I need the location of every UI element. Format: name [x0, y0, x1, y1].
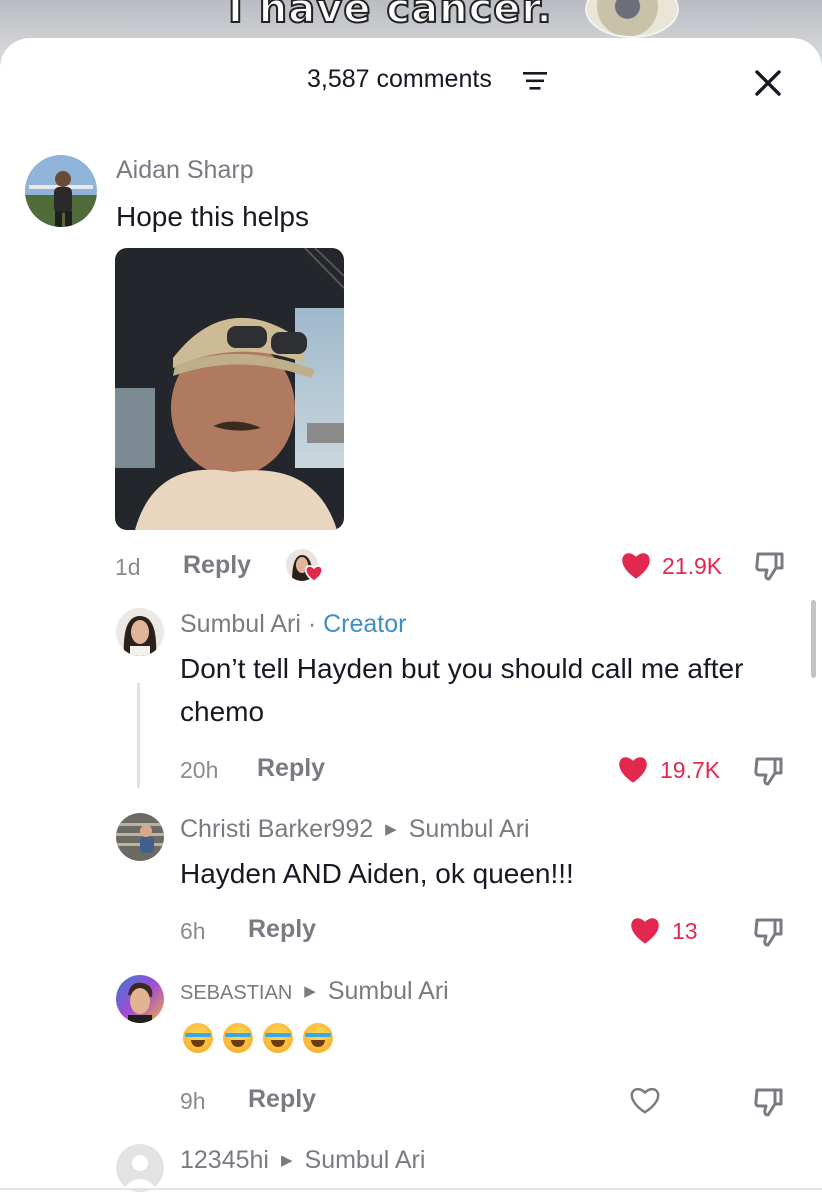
reply-username-name[interactable]: SEBASTIAN — [180, 982, 292, 1004]
reply-button[interactable]: Reply — [257, 754, 325, 783]
avatar-12345hi[interactable] — [116, 1144, 164, 1192]
reply-emojis — [183, 1023, 343, 1058]
reply-time: 6h — [180, 918, 206, 944]
close-icon[interactable] — [750, 65, 786, 101]
comments-sheet: 3,587 comments Aidan Sharp Hope this hel… — [0, 38, 822, 1200]
reply-to-username[interactable]: Sumbul Ari — [305, 1146, 426, 1174]
reply-button[interactable]: Reply — [183, 551, 251, 580]
like-heart-icon[interactable] — [619, 550, 653, 580]
comment-photo[interactable] — [115, 248, 344, 530]
laughing-tears-emoji-icon — [223, 1023, 253, 1053]
avatar-aidan-sharp[interactable] — [25, 155, 97, 227]
like-heart-icon[interactable] — [628, 915, 662, 945]
reply-username-name[interactable]: Sumbul Ari — [180, 610, 301, 638]
reply-to-arrow-icon: ▶ — [304, 983, 316, 1000]
dislike-icon[interactable] — [751, 1084, 787, 1120]
reply-username: 12345hi ▶ Sumbul Ari — [180, 1146, 425, 1175]
laughing-tears-emoji-icon — [263, 1023, 293, 1053]
reply-username: Christi Barker992 ▶ Sumbul Ari — [180, 815, 530, 844]
comments-header: 3,587 comments — [0, 63, 822, 103]
reply-text: Hayden AND Aiden, ok queen!!! — [180, 858, 574, 889]
reply-to-username[interactable]: Sumbul Ari — [409, 815, 530, 843]
reply-to-username[interactable]: Sumbul Ari — [328, 977, 449, 1005]
sort-filter-icon[interactable] — [523, 71, 547, 91]
like-count: 19.7K — [660, 757, 721, 783]
comment-username[interactable]: Aidan Sharp — [116, 156, 254, 185]
dislike-icon[interactable] — [752, 548, 788, 584]
reply-username-name[interactable]: Christi Barker992 — [180, 815, 373, 843]
comment-count: 3,587 comments — [307, 65, 492, 93]
video-caption: I have cancer. — [227, 0, 553, 33]
reply-time: 9h — [180, 1088, 206, 1114]
reply-username: Sumbul Ari · Creator — [180, 610, 406, 639]
divider — [0, 1188, 822, 1190]
reply-username-name[interactable]: 12345hi — [180, 1146, 269, 1174]
creator-badge: Creator — [323, 610, 407, 638]
comment-time: 1d — [115, 554, 141, 580]
like-heart-icon[interactable] — [616, 754, 650, 784]
thread-line — [137, 683, 140, 788]
avatar-sumbul-ari[interactable] — [116, 608, 164, 656]
avatar-sebastian[interactable] — [116, 975, 164, 1023]
reply-button[interactable]: Reply — [248, 915, 316, 944]
reply-to-arrow-icon: ▶ — [385, 821, 397, 838]
dislike-icon[interactable] — [751, 753, 787, 789]
scrollbar[interactable] — [811, 600, 816, 678]
username-separator: · — [300, 610, 324, 638]
comment-text: Hope this helps — [116, 201, 310, 232]
reply-to-arrow-icon: ▶ — [280, 1152, 293, 1169]
reply-username: SEBASTIAN ▶ Sumbul Ari — [180, 977, 449, 1006]
like-heart-outline-icon[interactable] — [628, 1085, 662, 1115]
reply-time: 20h — [180, 757, 219, 783]
reply-button[interactable]: Reply — [248, 1085, 316, 1114]
crying-emoji-icon — [183, 1023, 213, 1053]
dislike-icon[interactable] — [751, 914, 787, 950]
like-count: 21.9K — [662, 553, 723, 579]
avatar-christi-barker[interactable] — [116, 813, 164, 861]
reply-text: Don’t tell Hayden but you should call me… — [180, 653, 744, 727]
laughing-tears-emoji-icon — [303, 1023, 333, 1053]
creator-heart-icon — [304, 565, 324, 582]
like-count: 13 — [672, 918, 698, 944]
